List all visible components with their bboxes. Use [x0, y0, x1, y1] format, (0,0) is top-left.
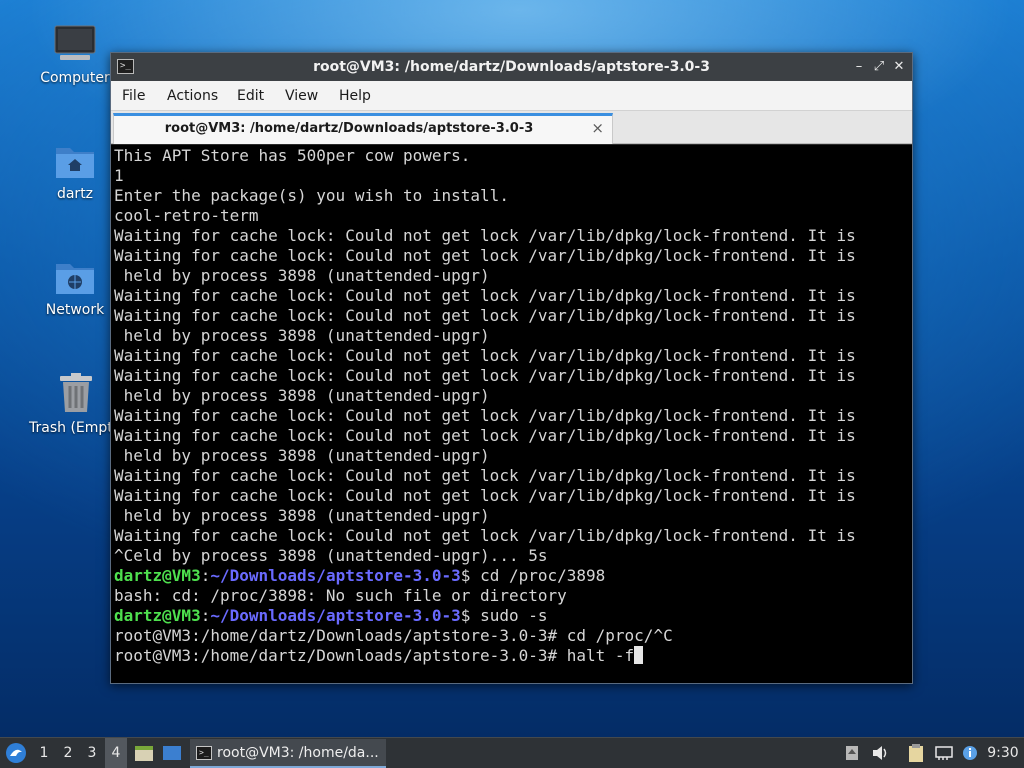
terminal-icon: >_ — [196, 746, 212, 760]
menu-actions[interactable]: Actions — [167, 88, 218, 104]
terminal-line: Waiting for cache lock: Could not get lo… — [114, 486, 856, 505]
prompt-command: $ sudo -s — [460, 606, 548, 625]
clipboard-tray[interactable] — [904, 738, 928, 768]
desktop-icon — [163, 746, 181, 760]
window-titlebar[interactable]: >_ root@VM3: /home/dartz/Downloads/aptst… — [111, 53, 912, 81]
prompt-user: dartz@VM3 — [114, 566, 201, 585]
prompt-path: ~/Downloads/aptstore-3.0-3 — [210, 566, 461, 585]
wired-network-icon — [935, 746, 953, 760]
workspace-1[interactable]: 1 — [33, 738, 55, 768]
desktop-icon-computer[interactable]: Computer — [30, 24, 120, 86]
volume-icon — [873, 746, 887, 760]
clock[interactable]: 9:30 — [984, 738, 1022, 768]
tab-close-icon[interactable]: × — [591, 119, 604, 137]
tab-bar: root@VM3: /home/dartz/Downloads/aptstore… — [111, 111, 912, 144]
computer-icon — [54, 25, 96, 60]
window-title: root@VM3: /home/dartz/Downloads/aptstore… — [313, 59, 710, 75]
notification-tray[interactable] — [960, 738, 980, 768]
clipboard-icon — [909, 744, 923, 762]
prompt-path: ~/Downloads/aptstore-3.0-3 — [210, 606, 461, 625]
network-tray[interactable] — [932, 738, 956, 768]
maximize-button[interactable]: ⤢ — [869, 57, 889, 77]
taskbar: 1 2 3 4 >_ root@VM3: /home/da... 9:30 — [0, 737, 1024, 768]
close-button[interactable]: ✕ — [889, 57, 909, 77]
terminal-line: This APT Store has 500per cow powers. — [114, 146, 471, 165]
show-desktop-launcher[interactable] — [160, 738, 184, 768]
terminal-output[interactable]: This APT Store has 500per cow powers. 1 … — [111, 145, 912, 683]
file-manager-icon — [135, 746, 153, 761]
prompt-command: $ cd /proc/3898 — [460, 566, 606, 585]
terminal-line: Waiting for cache lock: Could not get lo… — [114, 286, 856, 305]
menu-help[interactable]: Help — [339, 88, 371, 104]
desktop-icon-trash[interactable]: Trash (Empty) — [26, 372, 116, 436]
trash-icon — [60, 373, 92, 412]
terminal-window: >_ root@VM3: /home/dartz/Downloads/aptst… — [110, 52, 913, 684]
taskbar-task-terminal[interactable]: >_ root@VM3: /home/da... — [190, 739, 386, 768]
terminal-line: Waiting for cache lock: Could not get lo… — [114, 346, 856, 365]
desktop-icon-home[interactable]: dartz — [30, 142, 120, 202]
terminal-line: held by process 3898 (unattended-upgr) — [114, 446, 490, 465]
menu-view[interactable]: View — [285, 88, 318, 104]
terminal-line: held by process 3898 (unattended-upgr) — [114, 326, 490, 345]
terminal-line: Waiting for cache lock: Could not get lo… — [114, 366, 856, 385]
prompt-user: dartz@VM3 — [114, 606, 201, 625]
terminal-prompt-line: dartz@VM3:~/Downloads/aptstore-3.0-3$ cd… — [114, 566, 606, 585]
terminal-line: Waiting for cache lock: Could not get lo… — [114, 426, 856, 445]
desktop-icon-label: Network — [45, 302, 105, 318]
terminal-line: 1 — [114, 166, 124, 185]
file-manager-launcher[interactable] — [132, 738, 156, 768]
terminal-line: Waiting for cache lock: Could not get lo… — [114, 406, 856, 425]
terminal-line: Waiting for cache lock: Could not get lo… — [114, 526, 856, 545]
task-label: root@VM3: /home/da... — [217, 745, 379, 761]
menu-edit[interactable]: Edit — [237, 88, 264, 104]
desktop-icon-label: Computer — [40, 70, 110, 86]
minimize-button[interactable]: – — [849, 57, 869, 77]
terminal-line: bash: cd: /proc/3898: No such file or di… — [114, 586, 567, 605]
updates-tray[interactable] — [842, 738, 862, 768]
notification-icon — [963, 746, 977, 760]
terminal-line: Waiting for cache lock: Could not get lo… — [114, 226, 856, 245]
terminal-input-line[interactable]: root@VM3:/home/dartz/Downloads/aptstore-… — [114, 646, 912, 666]
home-folder-icon — [56, 148, 94, 178]
workspace-2[interactable]: 2 — [57, 738, 79, 768]
terminal-line: Waiting for cache lock: Could not get lo… — [114, 246, 856, 265]
menu-bar: File Actions Edit View Help — [111, 81, 912, 111]
volume-tray[interactable] — [868, 738, 892, 768]
terminal-line: Enter the package(s) you wish to install… — [114, 186, 509, 205]
terminal-line: held by process 3898 (unattended-upgr) — [114, 266, 490, 285]
terminal-line: Waiting for cache lock: Could not get lo… — [114, 466, 856, 485]
terminal-line: Waiting for cache lock: Could not get lo… — [114, 306, 856, 325]
desktop-icon-label: Trash (Empty) — [29, 420, 116, 436]
desktop-icon-label: dartz — [56, 186, 94, 202]
terminal-line: held by process 3898 (unattended-upgr) — [114, 506, 490, 525]
workspace-3[interactable]: 3 — [81, 738, 103, 768]
terminal-line: root@VM3:/home/dartz/Downloads/aptstore-… — [114, 626, 673, 645]
terminal-prompt-line: dartz@VM3:~/Downloads/aptstore-3.0-3$ su… — [114, 606, 548, 625]
terminal-line: cool-retro-term — [114, 206, 259, 225]
text-cursor — [634, 646, 644, 664]
workspace-4[interactable]: 4 — [105, 738, 127, 768]
tab-label: root@VM3: /home/dartz/Downloads/aptstore… — [164, 121, 534, 136]
menu-file[interactable]: File — [122, 88, 145, 104]
root-prompt-command: root@VM3:/home/dartz/Downloads/aptstore-… — [114, 646, 635, 665]
terminal-line: held by process 3898 (unattended-upgr) — [114, 386, 490, 405]
network-folder-icon — [56, 264, 94, 294]
start-menu-button[interactable] — [2, 738, 30, 768]
desktop-icon-network[interactable]: Network — [30, 258, 120, 318]
lubuntu-logo-icon — [6, 743, 26, 763]
terminal-line: ^Celd by process 3898 (unattended-upgr).… — [114, 546, 548, 565]
tab-terminal[interactable]: root@VM3: /home/dartz/Downloads/aptstore… — [113, 113, 613, 144]
update-notifier-icon — [846, 746, 858, 760]
